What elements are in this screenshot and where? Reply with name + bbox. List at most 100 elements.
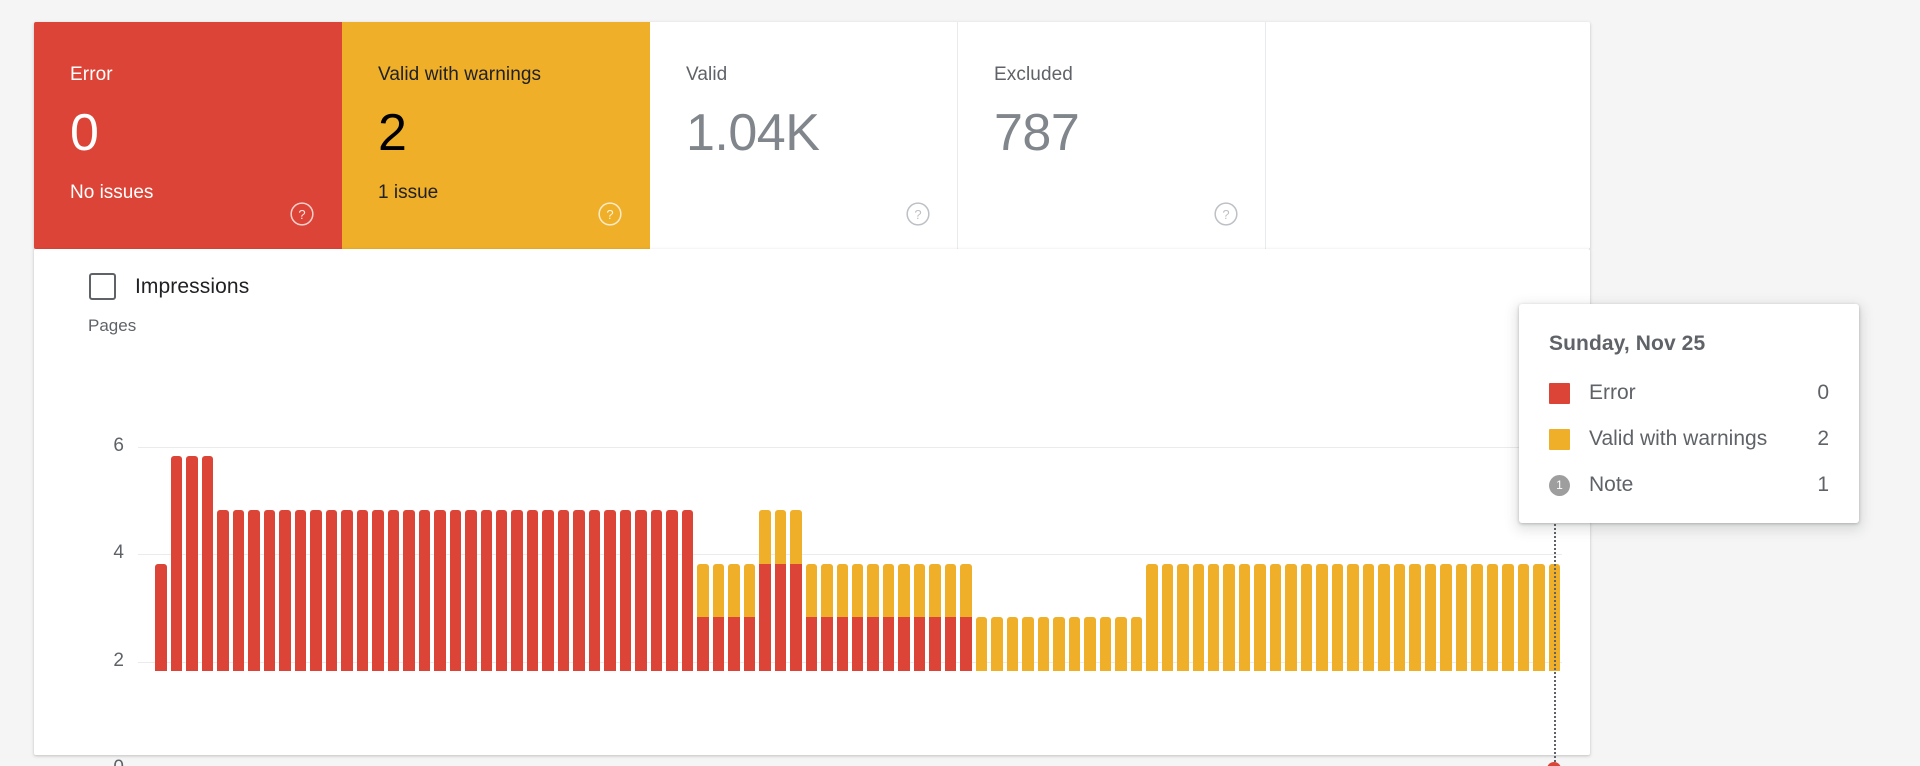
- bar-column[interactable]: [201, 456, 214, 671]
- bar-column[interactable]: [1223, 563, 1235, 671]
- bar-column[interactable]: [1006, 617, 1019, 671]
- bar-column[interactable]: [573, 510, 585, 671]
- bar-column[interactable]: [186, 456, 198, 671]
- help-circle-icon[interactable]: ?: [289, 201, 315, 227]
- bar-column[interactable]: [774, 510, 787, 671]
- bar-column[interactable]: [1115, 617, 1127, 671]
- bar-column[interactable]: [1331, 563, 1344, 671]
- bar-column[interactable]: [650, 510, 663, 671]
- bar-column[interactable]: [944, 563, 957, 671]
- help-circle-icon[interactable]: ?: [1213, 201, 1239, 227]
- bar-column[interactable]: [1471, 563, 1483, 671]
- bar-column[interactable]: [913, 563, 926, 671]
- impressions-toggle[interactable]: Impressions: [89, 273, 249, 300]
- bar-column[interactable]: [1084, 617, 1096, 671]
- bar-column[interactable]: [465, 510, 477, 671]
- bar-column[interactable]: [511, 510, 523, 671]
- summary-card-error[interactable]: Error 0 No issues ?: [34, 22, 342, 249]
- bar-column[interactable]: [1502, 563, 1514, 671]
- bar-column[interactable]: [526, 510, 539, 671]
- bar-column[interactable]: [604, 510, 616, 671]
- summary-card-valid[interactable]: Valid 1.04K ?: [650, 22, 958, 249]
- help-circle-icon[interactable]: ?: [905, 201, 931, 227]
- bar-column[interactable]: [1269, 563, 1282, 671]
- bar-column[interactable]: [836, 563, 848, 671]
- bar-column[interactable]: [170, 456, 183, 671]
- bar-column[interactable]: [1533, 563, 1545, 671]
- bar-column[interactable]: [341, 510, 353, 671]
- bar-column[interactable]: [1486, 563, 1499, 671]
- bar-column[interactable]: [557, 510, 570, 671]
- bar-column[interactable]: [1161, 563, 1174, 671]
- checkbox-unchecked-icon[interactable]: [89, 273, 116, 300]
- bar-column[interactable]: [1300, 563, 1313, 671]
- bar-column[interactable]: [635, 510, 647, 671]
- bar-column[interactable]: [619, 510, 632, 671]
- bar-column[interactable]: [728, 563, 740, 671]
- bar-column[interactable]: [1254, 563, 1266, 671]
- bar-column[interactable]: [1130, 617, 1143, 671]
- bar-column[interactable]: [1053, 617, 1065, 671]
- bar-column[interactable]: [666, 510, 678, 671]
- bar-column[interactable]: [1285, 563, 1297, 671]
- bar-column[interactable]: [1192, 563, 1204, 671]
- bar-column[interactable]: [697, 563, 709, 671]
- bar-column[interactable]: [217, 510, 229, 671]
- bar-column[interactable]: [418, 510, 431, 671]
- bar-column[interactable]: [1177, 563, 1189, 671]
- bar-column[interactable]: [1424, 563, 1437, 671]
- bar-column[interactable]: [681, 510, 694, 671]
- bar-column[interactable]: [1037, 617, 1050, 671]
- bar-column[interactable]: [898, 563, 910, 671]
- bar-column[interactable]: [263, 510, 276, 671]
- bar-column[interactable]: [975, 617, 988, 671]
- bar-column[interactable]: [805, 563, 818, 671]
- summary-card-valid-with-warnings[interactable]: Valid with warnings 2 1 issue ?: [342, 22, 650, 249]
- bar-column[interactable]: [1099, 617, 1112, 671]
- bar-column[interactable]: [1455, 563, 1468, 671]
- bar-column[interactable]: [496, 510, 508, 671]
- bar-column[interactable]: [1347, 563, 1359, 671]
- bar-column[interactable]: [480, 510, 492, 671]
- bar-column[interactable]: [403, 510, 415, 671]
- bar-column[interactable]: [790, 510, 802, 671]
- bar-column[interactable]: [1238, 563, 1251, 671]
- bar-column[interactable]: [1393, 563, 1406, 671]
- bar-column[interactable]: [1068, 617, 1081, 671]
- bar-column[interactable]: [248, 510, 260, 671]
- bar-column[interactable]: [712, 563, 725, 671]
- bar-column[interactable]: [310, 510, 322, 671]
- bar-column[interactable]: [821, 563, 833, 671]
- bar-column[interactable]: [1022, 617, 1034, 671]
- bar-column[interactable]: [1362, 563, 1375, 671]
- bar-column[interactable]: [294, 510, 307, 671]
- bar-column[interactable]: [434, 510, 446, 671]
- bar-column[interactable]: [759, 510, 771, 671]
- bar-column[interactable]: [743, 563, 756, 671]
- bar-column[interactable]: [852, 563, 864, 671]
- bar-column[interactable]: [279, 510, 291, 671]
- bar-column[interactable]: [356, 510, 369, 671]
- bar-column[interactable]: [1409, 563, 1421, 671]
- bar-column[interactable]: [1146, 563, 1158, 671]
- summary-card-excluded[interactable]: Excluded 787 ?: [958, 22, 1266, 249]
- bar-column[interactable]: [1440, 563, 1452, 671]
- bar-column[interactable]: [588, 510, 601, 671]
- bar-column[interactable]: [387, 510, 400, 671]
- bar-column[interactable]: [449, 510, 462, 671]
- bar-column[interactable]: [960, 563, 972, 671]
- bar-column[interactable]: [929, 563, 941, 671]
- bar-column[interactable]: [542, 510, 554, 671]
- bar-column[interactable]: [1316, 563, 1328, 671]
- bar-column[interactable]: [1378, 563, 1390, 671]
- bar-column[interactable]: [1517, 563, 1530, 671]
- bar-column[interactable]: [155, 563, 167, 671]
- bar-column[interactable]: [1208, 563, 1220, 671]
- bar-column[interactable]: [882, 563, 895, 671]
- bar-column[interactable]: [372, 510, 384, 671]
- bar-column[interactable]: [991, 617, 1003, 671]
- bar-column[interactable]: [325, 510, 338, 671]
- bar-column[interactable]: [867, 563, 879, 671]
- bar-column[interactable]: [232, 510, 245, 671]
- help-circle-icon[interactable]: ?: [597, 201, 623, 227]
